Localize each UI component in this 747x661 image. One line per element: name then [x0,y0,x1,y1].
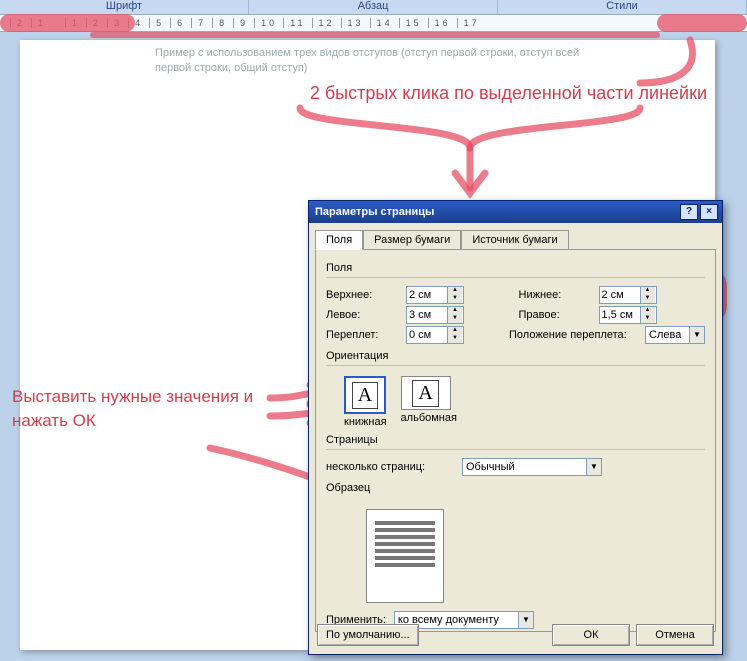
page-setup-dialog: Параметры страницы ? × Поля Размер бумаг… [308,200,723,655]
spin-down-icon[interactable]: ▼ [640,315,655,323]
input-bottom-margin-field[interactable] [600,287,640,303]
spin-up-icon[interactable]: ▲ [640,287,655,295]
select-gutter-position[interactable]: Слева ▼ [645,326,705,344]
select-multiple-pages[interactable]: Обычный ▼ [462,458,602,476]
dialog-title: Параметры страницы [315,206,434,218]
spin-down-icon[interactable]: ▼ [447,295,462,303]
ruler-tick: 2 [86,18,107,28]
doc-line: первой строки, общий отступ) [155,61,579,76]
ribbon-group-font: Шрифт [0,0,249,14]
ruler-tick: 2 [10,18,31,28]
spin-up-icon[interactable]: ▲ [447,287,462,295]
ruler-tick: 4 [128,18,149,28]
ruler-tick: 1 [31,18,52,28]
spin-down-icon[interactable]: ▼ [447,315,462,323]
label-multiple-pages: несколько страниц: [326,461,456,473]
orientation-portrait-label: книжная [344,416,387,428]
ruler-tick: 16 [428,18,457,28]
ruler-tick: 7 [191,18,212,28]
dialog-tabs: Поля Размер бумаги Источник бумаги [309,223,722,249]
ribbon-group-styles: Стили [498,0,747,14]
label-right-margin: Правое: [519,309,593,321]
spin-down-icon[interactable]: ▼ [447,335,462,343]
select-multiple-pages-value: Обычный [463,461,586,473]
section-pages-label: Страницы [326,434,705,446]
ruler-tick: 5 [149,18,170,28]
input-left-margin-field[interactable] [407,307,447,323]
input-right-margin-field[interactable] [600,307,640,323]
ruler-tick: 10 [254,18,283,28]
orientation-portrait[interactable]: A книжная [344,376,387,428]
tab-panel-margins: Поля Верхнее: ▲▼ Нижнее: ▲▼ [315,249,716,632]
doc-line: Пример с использованием трех видов отсту… [155,46,579,61]
ruler-tick: 9 [233,18,254,28]
close-button[interactable]: × [700,204,718,220]
tab-paper-size[interactable]: Размер бумаги [363,230,461,250]
horizontal-ruler[interactable]: 2 1 1 2 3 4 5 6 7 8 9 10 11 12 13 14 15 … [0,14,747,32]
input-top-margin-field[interactable] [407,287,447,303]
tab-margins[interactable]: Поля [315,230,363,250]
section-preview-label: Образец [326,482,705,494]
chevron-down-icon[interactable]: ▼ [689,327,704,343]
orientation-landscape[interactable]: A альбомная [401,376,457,424]
section-orientation-label: Ориентация [326,350,705,362]
ruler-tick: 15 [399,18,428,28]
spin-up-icon[interactable]: ▲ [447,327,462,335]
spin-up-icon[interactable]: ▲ [640,307,655,315]
tab-paper-source[interactable]: Источник бумаги [461,230,568,250]
ruler-tick: 11 [283,18,311,28]
cancel-button[interactable]: Отмена [636,624,714,646]
label-bottom-margin: Нижнее: [519,289,593,301]
chevron-down-icon[interactable]: ▼ [586,459,601,475]
ruler-tick: 12 [312,18,341,28]
ribbon-group-paragraph: Абзац [249,0,498,14]
ruler-tick: 13 [341,18,370,28]
input-bottom-margin[interactable]: ▲▼ [599,286,657,304]
document-body-text: Пример с использованием трех видов отсту… [155,46,579,76]
spin-down-icon[interactable]: ▼ [640,295,655,303]
label-gutter-position: Положение переплета: [509,329,639,341]
input-left-margin[interactable]: ▲▼ [406,306,464,324]
ok-button[interactable]: ОК [552,624,630,646]
spin-up-icon[interactable]: ▲ [447,307,462,315]
input-top-margin[interactable]: ▲▼ [406,286,464,304]
ruler-tick: 14 [370,18,399,28]
orientation-glyph: A [412,380,438,407]
ruler-tick: 6 [170,18,191,28]
ruler-tick: 8 [212,18,233,28]
ruler-tick: 17 [457,18,486,28]
label-top-margin: Верхнее: [326,289,400,301]
input-gutter[interactable]: ▲▼ [406,326,464,344]
ribbon-group-labels: Шрифт Абзац Стили [0,0,747,14]
annotation-stroke [90,32,660,38]
default-button[interactable]: По умолчанию... [317,624,419,646]
ruler-tick: 3 [107,18,128,28]
orientation-glyph: A [352,382,378,409]
select-gutter-position-value: Слева [646,329,689,341]
dialog-titlebar[interactable]: Параметры страницы ? × [309,201,722,223]
orientation-landscape-label: альбомная [401,412,457,424]
ruler-tick: 1 [65,18,86,28]
label-left-margin: Левое: [326,309,400,321]
preview-thumbnail [366,509,444,603]
section-margins-label: Поля [326,262,705,274]
help-button[interactable]: ? [680,204,698,220]
label-gutter: Переплет: [326,329,400,341]
input-gutter-field[interactable] [407,327,447,343]
input-right-margin[interactable]: ▲▼ [599,306,657,324]
